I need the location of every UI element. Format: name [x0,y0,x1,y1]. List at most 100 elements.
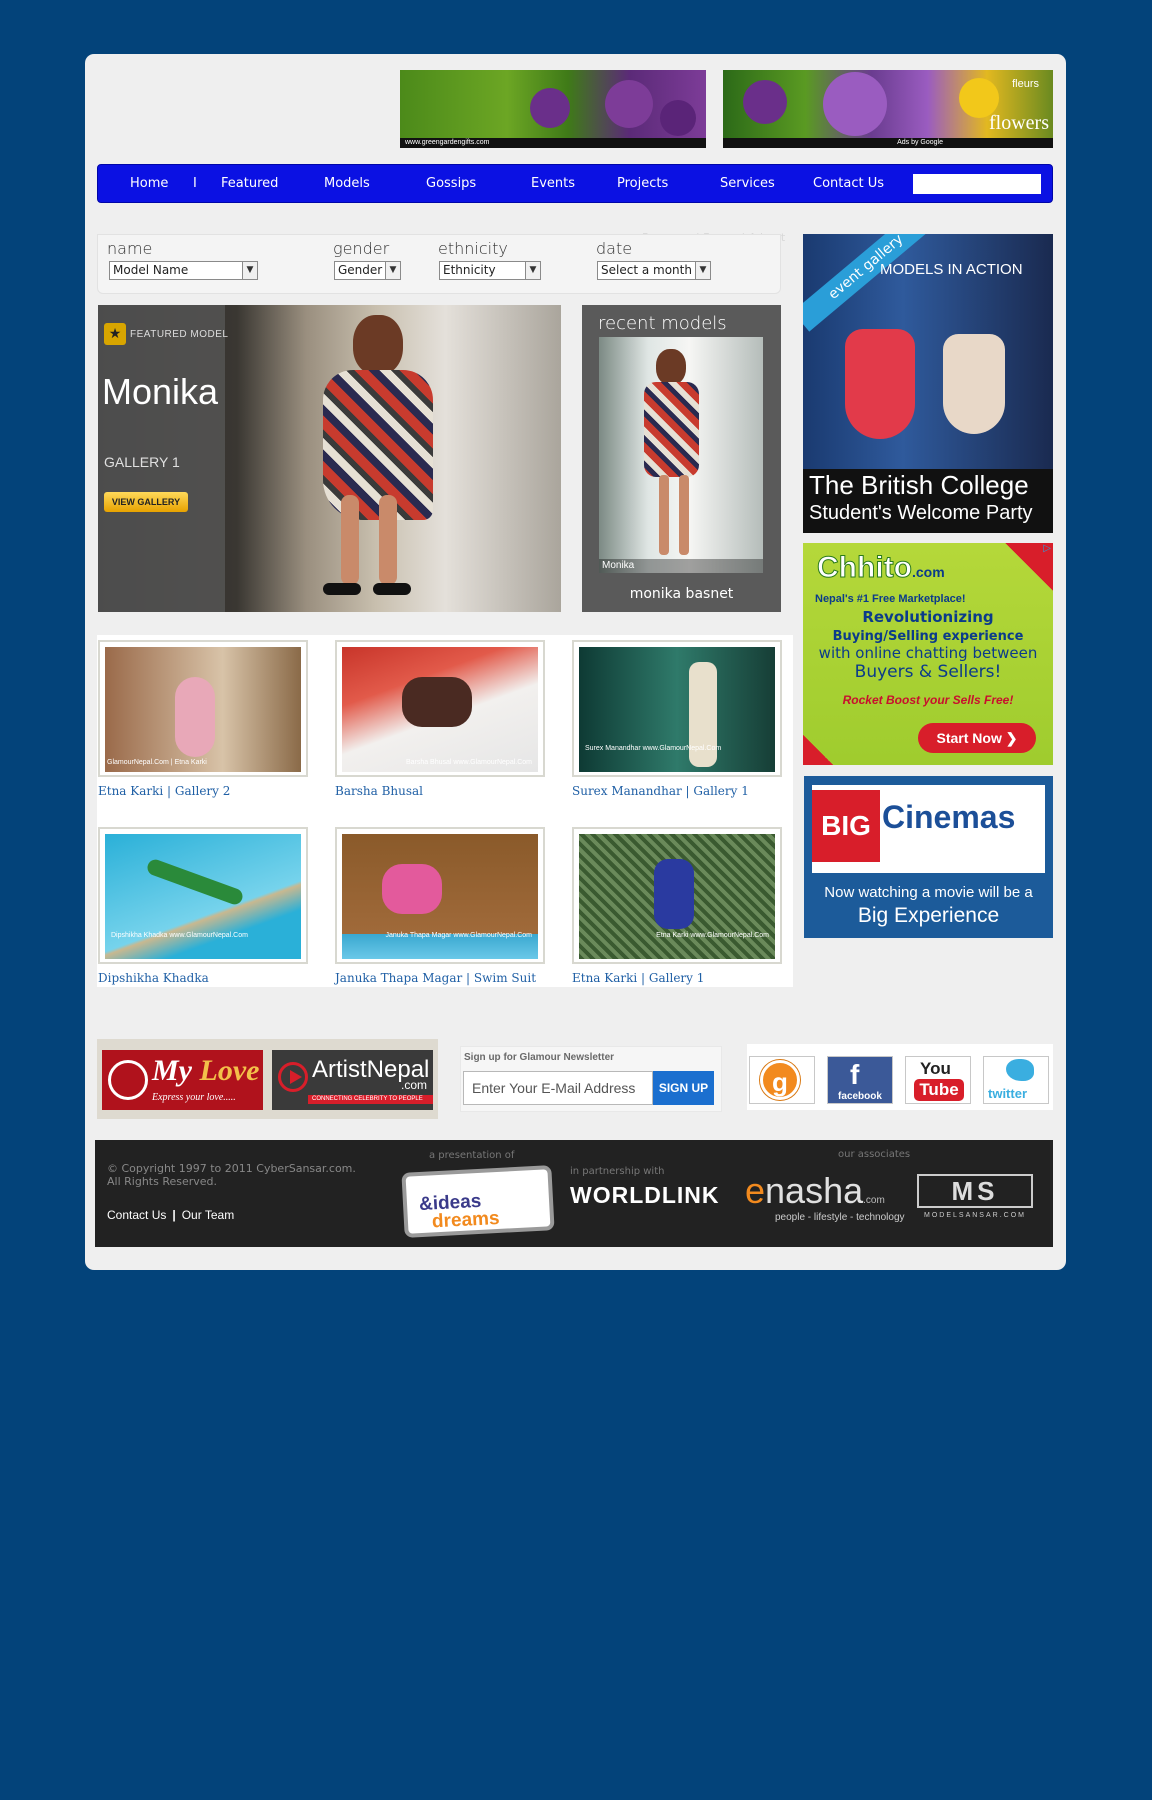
flower-image [530,88,570,128]
gallery-caption[interactable]: Surex Manandhar | Gallery 1 [572,784,749,798]
artistnepal-banner[interactable]: ArtistNepal .com CONNECTING CELEBRITY TO… [272,1050,433,1110]
british-college-ad[interactable]: event gallery MODELS IN ACTION The Briti… [803,234,1053,533]
newsletter-heading: Sign up for Glamour Newsletter [464,1052,615,1063]
date-select-value: Select a month [601,263,692,277]
ethnicity-filter-label: ethnicity [438,239,508,258]
sign-up-button[interactable]: SIGN UP [653,1071,714,1105]
featured-model-photo [313,315,433,595]
featured-badge: FEATURED MODEL [130,329,229,340]
gallery-thumbnail[interactable]: Dipshikha Khadka www.GlamourNepal.Com [98,827,308,964]
copyright: © Copyright 1997 to 2011 CyberSansar.com… [107,1162,356,1188]
gender-filter-label: gender [333,239,390,258]
ad-flowers-text: flowers [989,112,1049,134]
footer-our-team-link[interactable]: Our Team [182,1208,234,1222]
facebook-label: facebook [838,1091,882,1102]
youtube-tube: Tube [914,1079,964,1101]
dreams-ideas-text: dreams &ideas [419,1191,501,1233]
worldlink-logo[interactable]: WORLDLINK [570,1182,720,1209]
newsletter-email-input[interactable]: Enter Your E-Mail Address [463,1071,653,1105]
gallery-thumbnail[interactable]: Januka Thapa Magar www.GlamourNepal.Com [335,827,545,964]
nav-events[interactable]: Events [531,165,575,202]
chevron-down-icon: ▼ [525,262,540,279]
ad-caption-line1: The British College [809,470,1029,500]
twitter-link[interactable]: twitter [983,1056,1049,1104]
date-filter-label: date [596,239,633,258]
gallery-thumbnail[interactable]: GlamourNepal.Com | Etna Karki [98,640,308,777]
footer-separator: | [172,1208,176,1222]
dreams-text: dreams [431,1207,501,1233]
flower-image [660,100,696,136]
nav-contact-us[interactable]: Contact Us [813,165,884,202]
search-input[interactable] [913,174,1041,194]
top-banner-ad-2[interactable]: fleurs flowers Ads by Google [723,70,1053,148]
dreams-ideas-logo[interactable]: dreams &ideas [401,1165,555,1238]
models-in-action-heading: MODELS IN ACTION [880,261,1023,278]
artistnepal-tagline: CONNECTING CELEBRITY TO PEOPLE [308,1095,433,1104]
facebook-link[interactable]: f facebook [827,1056,893,1104]
nav-featured[interactable]: Featured [221,165,278,202]
nav-models[interactable]: Models [324,165,370,202]
ethnicity-select[interactable]: Ethnicity ▼ [439,261,541,280]
modelsansar-logo[interactable]: MS [917,1174,1033,1208]
gallery-caption[interactable]: Etna Karki | Gallery 1 [572,971,704,985]
blogger-link[interactable]: g [749,1056,815,1104]
recent-model-photo[interactable]: Monika [599,337,763,573]
date-select[interactable]: Select a month ▼ [597,261,711,280]
big-cinemas-logo: BIG Cinemas [812,785,1045,873]
nav-gossips[interactable]: Gossips [426,165,476,202]
chhito-line3: with online chatting between [818,644,1038,662]
chhito-ad[interactable]: ▷ Chhito.com Nepal's #1 Free Marketplace… [803,543,1053,765]
thumbnail-watermark: Januka Thapa Magar www.GlamourNepal.Com [385,932,532,939]
chhito-logo-text: Chhito [817,551,913,585]
nav-home[interactable]: Home [130,165,168,202]
big-cinemas-line1: Now watching a movie will be a [824,884,1033,901]
model-name-select[interactable]: Model Name ▼ [109,261,258,280]
ad-caption-line2: Student's Welcome Party [809,502,1033,524]
gallery-thumbnail[interactable]: Surex Manandhar www.GlamourNepal.Com [572,640,782,777]
start-now-button[interactable]: Start Now ❯ [918,723,1036,753]
youtube-link[interactable]: You Tube [905,1056,971,1104]
gallery-thumbnail[interactable]: Barsha Bhusal www.GlamourNepal.Com [335,640,545,777]
newsletter-signup: Sign up for Glamour Newsletter Enter You… [460,1046,722,1112]
twitter-label: twitter [988,1086,1027,1101]
featured-gallery-label: GALLERY 1 [104,454,180,470]
gallery-caption[interactable]: Dipshikha Khadka [98,971,209,985]
gender-select[interactable]: Gender ▼ [334,261,401,280]
view-gallery-button[interactable]: VIEW GALLERY [104,492,188,512]
mylove-banner[interactable]: My Love Express your love..... [102,1050,263,1110]
ad-url: www.greengardengifts.com [400,138,706,148]
cinemas-logo-text: Cinemas [882,799,1016,835]
big-cinemas-line2: Big Experience [857,904,1000,927]
nav-services[interactable]: Services [720,165,775,202]
ethnicity-select-value: Ethnicity [443,263,496,277]
mylove-subtitle: Express your love..... [152,1092,236,1103]
enasha-logo[interactable]: enasha.com [745,1170,885,1212]
big-cinemas-ad[interactable]: BIG Cinemas Now watching a movie will be… [804,776,1053,938]
footer-contact-us-link[interactable]: Contact Us [107,1208,166,1222]
featured-star-icon: ★ [104,323,126,345]
gallery-caption[interactable]: Januka Thapa Magar | Swim Suit [335,971,536,985]
copyright-line2: All Rights Reserved. [107,1175,218,1188]
gender-select-value: Gender [338,263,383,277]
mylove-logo: My Love [152,1054,259,1088]
page-container: www.greengardengifts.com fleurs flowers … [85,54,1066,1270]
gallery-caption[interactable]: Barsha Bhusal [335,784,423,798]
nav-projects[interactable]: Projects [617,165,668,202]
flower-image [743,80,787,124]
ad-info-icon[interactable]: ▷ [1043,543,1051,554]
ad-strip: Ads by Google [723,138,1053,148]
gallery-thumbnail[interactable]: Etna Karki www.GlamourNepal.Com [572,827,782,964]
gallery-caption[interactable]: Etna Karki | Gallery 2 [98,784,230,798]
chevron-down-icon: ▼ [695,262,710,279]
social-links: g f facebook You Tube twitter [747,1044,1053,1110]
recent-model-name[interactable]: monika basnet [582,586,781,602]
enasha-name: nasha [765,1170,864,1211]
top-banner-ad-1[interactable]: www.greengardengifts.com [400,70,706,148]
artistnepal-com: .com [400,1078,427,1092]
ads-by-google[interactable]: Ads by Google [897,138,943,148]
nepal-flag-icon [803,735,833,765]
thumbnail-watermark: Surex Manandhar www.GlamourNepal.Com [585,745,722,752]
recent-models-panel[interactable]: recent models Monika monika basnet [582,305,781,612]
featured-model-banner[interactable]: ★ FEATURED MODEL Monika GALLERY 1 VIEW G… [98,305,561,612]
play-icon [278,1062,308,1092]
